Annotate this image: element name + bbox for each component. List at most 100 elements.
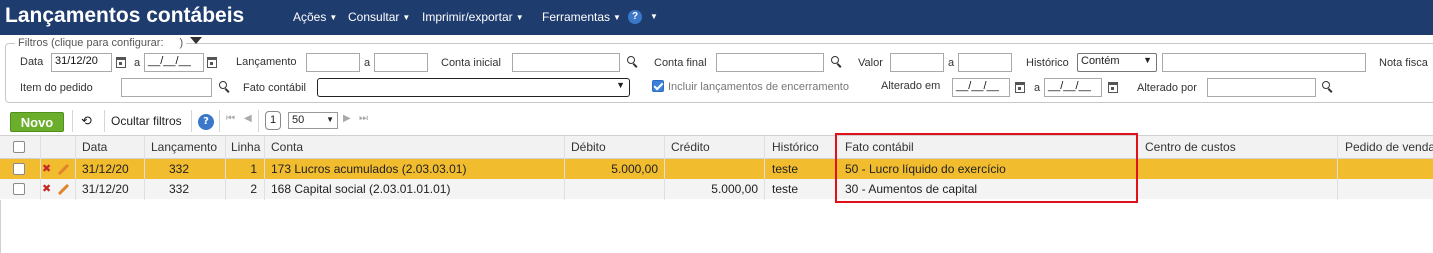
edit-pencil-icon[interactable]	[57, 163, 70, 176]
cell-debito: 5.000,00	[611, 162, 658, 176]
fato-label: Fato contábil	[243, 82, 306, 94]
menu-ferramentas-label: Ferramentas	[542, 10, 611, 24]
conta-inicial-label: Conta inicial	[441, 57, 501, 69]
toolbar-divider	[72, 110, 73, 132]
calendar-icon[interactable]	[207, 57, 217, 68]
col-debito[interactable]: Débito	[571, 136, 606, 158]
incluir-encerramento-checkbox[interactable]	[652, 80, 664, 92]
select-all-checkbox[interactable]	[13, 141, 25, 153]
caret-down-icon: ▼	[613, 13, 621, 22]
delete-icon[interactable]: ✖	[42, 163, 51, 174]
col-linha[interactable]: Linha	[231, 136, 260, 158]
novo-button[interactable]: Novo	[10, 112, 64, 132]
caret-down-icon: ▼	[515, 13, 524, 22]
item-pedido-label: Item do pedido	[20, 82, 93, 94]
help-icon: ?	[628, 9, 642, 24]
toolbar-divider	[104, 110, 105, 132]
cell-lancamento: 332	[168, 182, 189, 196]
col-credito[interactable]: Crédito	[671, 136, 710, 158]
caret-down-icon: ▼	[329, 13, 338, 22]
valor-from-input[interactable]	[890, 53, 944, 72]
calendar-icon[interactable]	[116, 57, 126, 68]
cell-historico: teste	[772, 182, 799, 196]
conta-final-input[interactable]	[716, 53, 824, 72]
alterado-range-sep: a	[1034, 82, 1041, 94]
calendar-icon[interactable]	[1015, 82, 1025, 93]
valor-to-input[interactable]	[958, 53, 1012, 72]
help-button[interactable]: ?	[198, 114, 214, 130]
grid-left-edge	[0, 200, 1, 253]
historico-mode-select[interactable]: Contém ▼	[1077, 53, 1157, 72]
delete-icon[interactable]: ✖	[42, 183, 51, 194]
next-page-icon[interactable]: ▶	[343, 113, 351, 124]
row-checkbox[interactable]	[13, 183, 25, 195]
refresh-icon[interactable]: ⟲	[81, 113, 92, 129]
data-range-sep: a	[134, 57, 141, 69]
item-pedido-input[interactable]	[121, 78, 212, 97]
col-divider	[264, 136, 265, 200]
col-lancamento[interactable]: Lançamento	[151, 136, 217, 158]
conta-final-label: Conta final	[654, 57, 707, 69]
search-icon[interactable]	[219, 81, 227, 89]
alterado-por-input[interactable]	[1207, 78, 1316, 97]
lancamento-to-input[interactable]	[374, 53, 428, 72]
menu-acoes-label: Ações	[293, 10, 327, 24]
page-number-input[interactable]: 1	[265, 111, 281, 130]
alterado-em-from-input[interactable]: __/__/__	[952, 78, 1010, 97]
alterado-em-to-input[interactable]: __/__/__	[1044, 78, 1102, 97]
table-row[interactable]: ✖ 31/12/20 332 1 173 Lucros acumulados (…	[0, 159, 1433, 179]
edit-pencil-icon[interactable]	[57, 183, 70, 196]
alterado-por-label: Alterado por	[1137, 82, 1197, 94]
col-divider	[225, 136, 226, 200]
data-from-input[interactable]: 31/12/20	[51, 53, 112, 72]
last-page-icon[interactable]: ⏭	[359, 113, 368, 124]
search-icon[interactable]	[831, 56, 839, 64]
page-title: Lançamentos contábeis	[5, 4, 245, 27]
chevron-down-icon: ▼	[616, 80, 625, 90]
menu-acoes[interactable]: Ações ▼	[293, 10, 337, 24]
col-historico[interactable]: Histórico	[772, 136, 819, 158]
cell-conta: 168 Capital social (2.03.01.01.01)	[271, 182, 451, 196]
menu-imprimir-exportar[interactable]: Imprimir/exportar ▼	[422, 10, 524, 24]
search-icon[interactable]	[627, 56, 635, 64]
col-data[interactable]: Data	[82, 136, 107, 158]
calendar-icon[interactable]	[1108, 82, 1118, 93]
row-checkbox[interactable]	[13, 163, 25, 175]
col-divider	[1337, 136, 1338, 200]
valor-label: Valor	[858, 57, 883, 69]
page-size-select[interactable]: 50 ▼	[288, 112, 338, 129]
cell-linha: 2	[250, 182, 257, 196]
data-to-input[interactable]: __/__/__	[144, 53, 204, 72]
funnel-icon[interactable]	[190, 37, 202, 44]
help-menu[interactable]: ? ▼	[628, 9, 658, 24]
col-conta[interactable]: Conta	[271, 136, 303, 158]
col-divider	[40, 136, 41, 200]
fato-select[interactable]: ▼	[317, 78, 630, 97]
historico-mode-value: Contém	[1081, 55, 1120, 67]
cell-data: 31/12/20	[82, 162, 129, 176]
help-icon: ?	[198, 114, 214, 130]
historico-input[interactable]	[1162, 53, 1366, 72]
lancamento-from-input[interactable]	[306, 53, 360, 72]
menu-ferramentas[interactable]: Ferramentas ▼	[542, 10, 621, 24]
filters-legend[interactable]: Filtros (clique para configurar:)	[15, 37, 187, 49]
highlight-box	[835, 133, 1138, 203]
menu-consultar[interactable]: Consultar ▼	[348, 10, 410, 24]
lancamento-range-sep: a	[364, 57, 371, 69]
col-pedido-venda[interactable]: Pedido de venda	[1345, 136, 1433, 158]
conta-inicial-input[interactable]	[512, 53, 620, 72]
cell-linha: 1	[250, 162, 257, 176]
caret-down-icon: ▼	[650, 12, 658, 21]
col-centro-custos[interactable]: Centro de custos	[1145, 136, 1236, 158]
caret-down-icon: ▼	[402, 13, 411, 22]
ocultar-filtros-button[interactable]: Ocultar filtros	[111, 114, 182, 128]
prev-page-icon[interactable]: ◀	[244, 113, 252, 124]
col-divider	[564, 136, 565, 200]
table-row[interactable]: ✖ 31/12/20 332 2 168 Capital social (2.0…	[0, 179, 1433, 199]
cell-credito: 5.000,00	[711, 182, 758, 196]
cell-conta: 173 Lucros acumulados (2.03.03.01)	[271, 162, 467, 176]
cell-debito	[566, 179, 658, 199]
first-page-icon[interactable]: ⏮	[226, 113, 235, 124]
app-header: Lançamentos contábeis Ações ▼ Consultar ▼ …	[0, 0, 1433, 35]
search-icon[interactable]	[1322, 81, 1330, 89]
